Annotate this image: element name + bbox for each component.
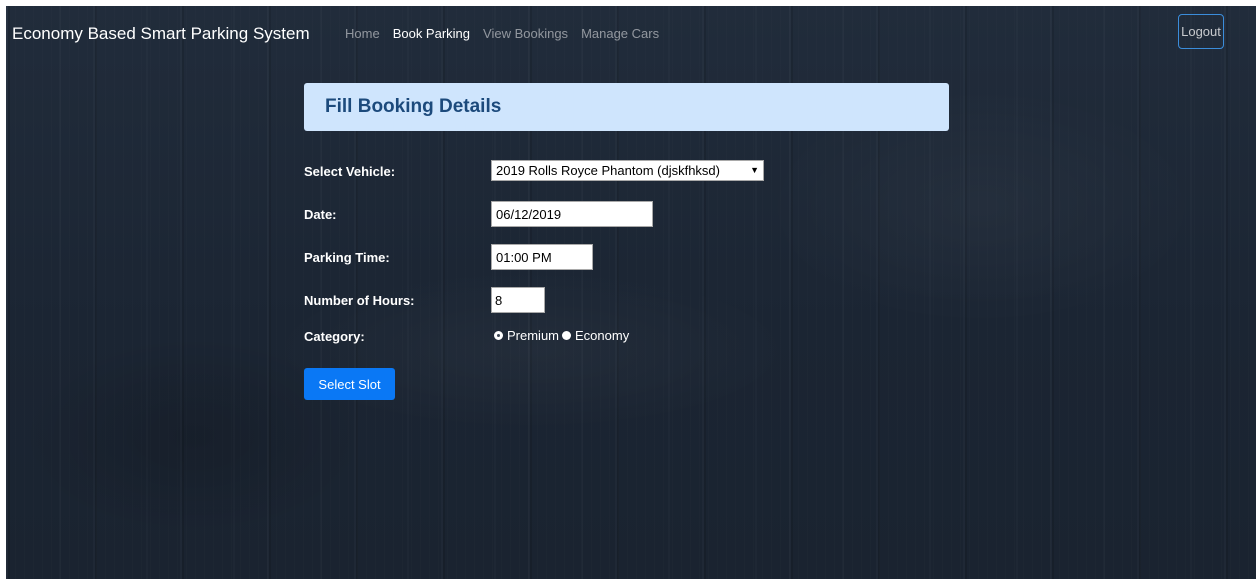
category-radio-group: Premium Economy (494, 328, 632, 343)
nav-link-home[interactable]: Home (345, 26, 380, 41)
logout-button[interactable]: Logout (1178, 14, 1224, 49)
economy-radio[interactable] (562, 331, 572, 340)
date-label: Date: (304, 207, 337, 222)
vehicle-select[interactable]: 2019 Rolls Royce Phantom (djskfhksd) ▼ (491, 160, 764, 181)
navbar: Economy Based Smart Parking System Home … (6, 6, 1256, 62)
parking-time-label: Parking Time: (304, 250, 390, 265)
nav-links: Home Book Parking View Bookings Manage C… (345, 26, 659, 41)
form-header: Fill Booking Details (304, 83, 949, 131)
select-slot-button[interactable]: Select Slot (304, 368, 395, 400)
vehicle-label: Select Vehicle: (304, 164, 396, 179)
nav-link-manage-cars[interactable]: Manage Cars (581, 26, 659, 41)
hours-label: Number of Hours: (304, 293, 415, 308)
nav-link-view-bookings[interactable]: View Bookings (483, 26, 568, 41)
date-input[interactable] (491, 201, 653, 227)
premium-radio[interactable] (494, 331, 503, 340)
category-label: Category: (304, 329, 365, 344)
form-title: Fill Booking Details (325, 96, 502, 117)
vehicle-select-value: 2019 Rolls Royce Phantom (djskfhksd) (496, 163, 720, 178)
hours-input[interactable] (491, 287, 545, 313)
caret-down-icon: ▼ (750, 165, 759, 175)
brand-title[interactable]: Economy Based Smart Parking System (12, 24, 310, 44)
nav-link-book-parking[interactable]: Book Parking (393, 26, 470, 41)
premium-radio-label[interactable]: Premium (507, 328, 559, 343)
parking-time-input[interactable] (491, 244, 593, 270)
app-window: Economy Based Smart Parking System Home … (6, 6, 1256, 579)
economy-radio-label[interactable]: Economy (575, 328, 629, 343)
